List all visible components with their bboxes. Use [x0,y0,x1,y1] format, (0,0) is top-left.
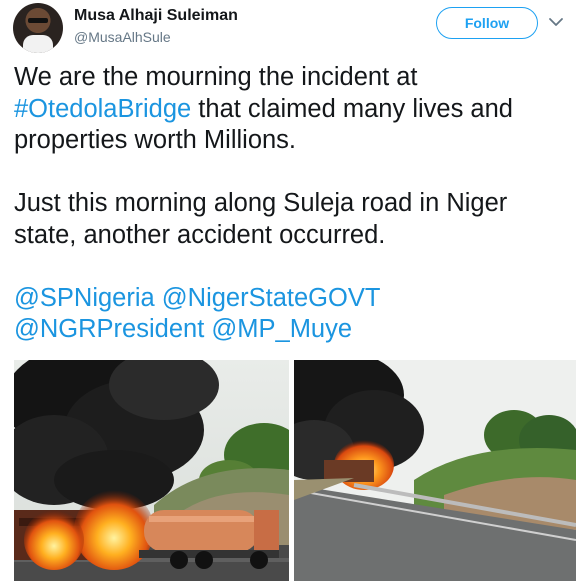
avatar-glasses [28,18,48,23]
tweet-text-part: We are the mourning the incident at [14,63,418,91]
user-handle[interactable]: @MusaAlhSule [74,29,171,45]
mention-link[interactable]: @NGRPresident [14,315,204,343]
road-fire-photo [294,360,576,581]
tanker-fire-photo [14,360,289,581]
mention-link[interactable]: @NigerStateGOVT [162,284,381,312]
tweet-text: We are the mourning the incident at #Ote… [14,62,569,346]
display-name[interactable]: Musa Alhaji Suleiman [74,7,238,25]
avatar[interactable] [13,3,63,53]
follow-button[interactable]: Follow [436,7,538,39]
mention-link[interactable]: @SPNigeria [14,284,155,312]
tweet-photo-2[interactable] [294,360,576,581]
hashtag-link[interactable]: #OtedolaBridge [14,95,191,123]
tweet-paragraph: Just this morning along Suleja road in N… [14,189,515,249]
tweet-header: Musa Alhaji Suleiman @MusaAlhSule Follow [0,0,577,64]
chevron-down-icon[interactable] [546,12,566,32]
avatar-shirt [23,35,53,53]
mention-link[interactable]: @MP_Muye [211,315,352,343]
tweet-photo-1[interactable] [14,360,289,581]
